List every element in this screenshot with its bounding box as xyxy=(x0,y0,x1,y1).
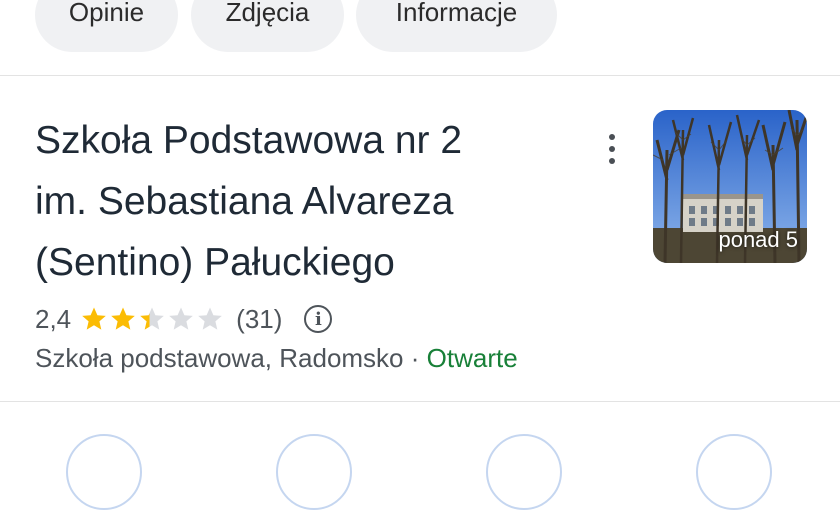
place-category: Szkoła podstawowa, Radomsko xyxy=(35,343,404,373)
star-icon xyxy=(82,307,106,330)
action-button-2[interactable] xyxy=(276,434,352,510)
place-title: Szkoła Podstawowa nr 2 im. Sebastiana Al… xyxy=(35,110,575,293)
open-status: Otwarte xyxy=(426,343,518,373)
rating-row: 2,4 (31) i xyxy=(35,301,333,337)
info-icon[interactable]: i xyxy=(304,305,333,333)
divider xyxy=(0,75,840,76)
title-line-1: Szkoła Podstawowa nr 2 xyxy=(35,119,463,162)
more-vert-icon[interactable] xyxy=(598,134,626,164)
tab-bar: Opinie Zdjęcia Informacje xyxy=(0,0,840,76)
action-button-4[interactable] xyxy=(696,434,772,510)
title-line-2: im. Sebastiana Alvareza xyxy=(35,180,454,223)
star-icon xyxy=(198,307,222,330)
action-button-3[interactable] xyxy=(486,434,562,510)
divider xyxy=(0,401,840,402)
star-icon xyxy=(111,307,135,330)
place-meta: Szkoła podstawowa, Radomsko · Otwarte xyxy=(35,343,518,374)
star-rating xyxy=(81,306,226,332)
rating-value: 2,4 xyxy=(35,303,72,334)
star-icon xyxy=(169,307,193,330)
tab-reviews[interactable]: Opinie xyxy=(35,0,178,52)
place-photo[interactable]: ponad 5 xyxy=(653,110,807,263)
photo-count-label: ponad 5 xyxy=(718,227,798,252)
title-line-3: (Sentino) Pałuckiego xyxy=(35,241,395,284)
tab-info[interactable]: Informacje xyxy=(356,0,557,52)
action-button-1[interactable] xyxy=(66,434,142,510)
tab-photos[interactable]: Zdjęcia xyxy=(191,0,344,52)
review-count[interactable]: (31) xyxy=(236,304,282,335)
separator: · xyxy=(410,343,420,373)
star-icon xyxy=(140,307,164,330)
